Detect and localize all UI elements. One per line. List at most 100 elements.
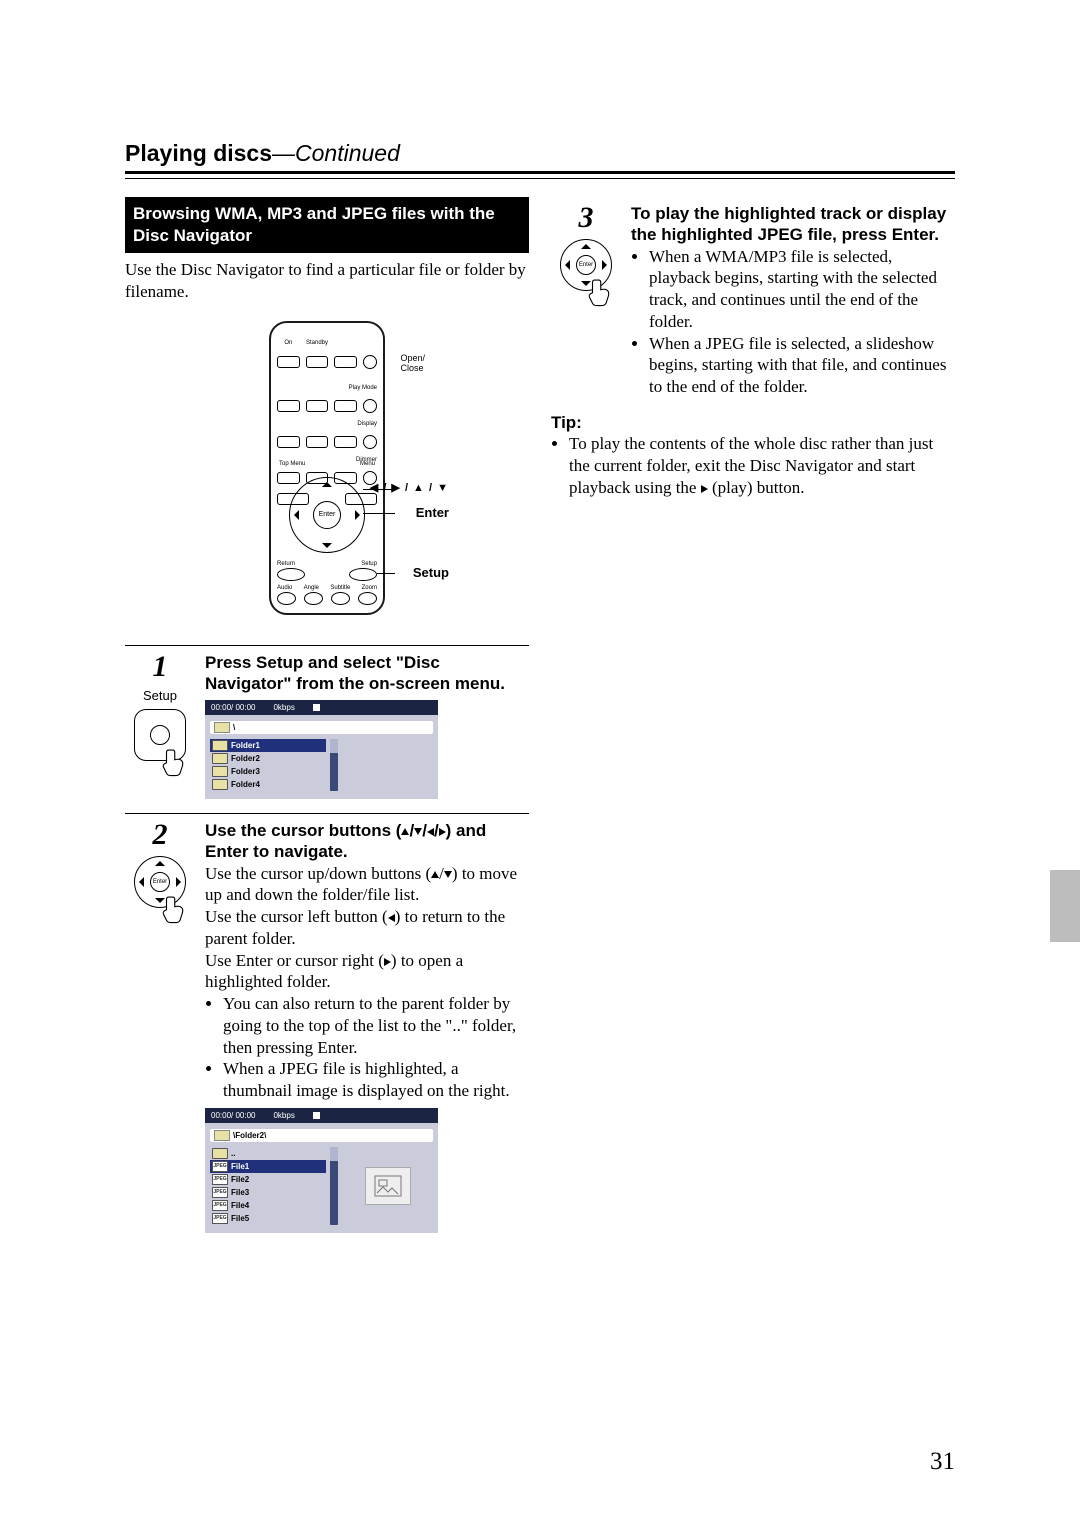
jpeg-icon: JPEG: [212, 1213, 228, 1224]
folder-icon: [212, 740, 228, 751]
list-item: JPEGFile2: [210, 1173, 326, 1186]
list-item-label: File1: [231, 1162, 249, 1171]
enter-press-icon: Enter: [560, 239, 612, 301]
tip-item: To play the contents of the whole disc r…: [569, 433, 955, 498]
stop-icon: [313, 1112, 320, 1119]
step-3: 3 Enter To play the highlighted track or…: [551, 203, 955, 398]
remote-label-display: Display: [357, 421, 377, 427]
remote-label-subtitle: Subtitle: [330, 585, 350, 591]
list-item-label: Folder4: [231, 780, 260, 789]
remote-label-on: On: [284, 340, 292, 346]
remote-setup-button: [349, 568, 377, 581]
nav2-preview: [342, 1147, 433, 1225]
remote-figure: On Standby Open/ Close Play Mode: [125, 321, 529, 615]
disc-navigator-screen-1: 00:00/ 00:00 0kbps \ Folder1Folder2Folde…: [205, 700, 438, 799]
step-2-bullets: You can also return to the parent folder…: [205, 993, 529, 1102]
remote-label-angle: Angle: [304, 585, 319, 591]
remote-label-zoom: Zoom: [362, 585, 377, 591]
folder-icon: [212, 1148, 228, 1159]
list-item-label: Folder1: [231, 741, 260, 750]
list-item: Folder4: [210, 778, 326, 791]
remote-label-menu: Menu: [360, 461, 375, 467]
list-item-label: File5: [231, 1214, 249, 1223]
chapter-title: Playing discs: [125, 140, 272, 166]
step-3-bullets: When a WMA/MP3 file is selected, playbac…: [631, 246, 955, 398]
tip-label: Tip:: [551, 412, 955, 433]
folder-icon: [212, 766, 228, 777]
remote-label-playmode: Play Mode: [349, 385, 377, 391]
nav2-list: ..JPEGFile1JPEGFile2JPEGFile3JPEGFile4JP…: [210, 1147, 326, 1225]
nav2-path: \Folder2\: [233, 1131, 266, 1140]
remote-callout-arrows: ◀ / ▶ / ▲ / ▼: [370, 481, 449, 494]
nav2-time: 00:00/ 00:00: [211, 1111, 255, 1120]
thumbnail-preview-icon: [365, 1167, 411, 1205]
chapter-continued: —Continued: [272, 140, 400, 166]
step-2: 2 Enter Use the cursor buttons (///) and…: [125, 813, 529, 1241]
margin-tab: [1050, 870, 1080, 942]
step-1-number: 1: [153, 652, 168, 682]
disc-navigator-screen-2: 00:00/ 00:00 0kbps \Folder2\ ..JPEGFile1…: [205, 1108, 438, 1233]
step-1-heading: Press Setup and select "Disc Navigator" …: [205, 652, 529, 695]
remote-label-setup: Setup: [361, 561, 377, 567]
list-item: Folder3: [210, 765, 326, 778]
list-item-label: Folder3: [231, 767, 260, 776]
tip-list: To play the contents of the whole disc r…: [551, 433, 955, 498]
chapter-heading: Playing discs—Continued: [125, 140, 955, 167]
list-item-label: File3: [231, 1188, 249, 1197]
remote-label-audio: Audio: [277, 585, 292, 591]
remote-outline: On Standby Open/ Close Play Mode: [269, 321, 385, 615]
nav2-bitrate: 0kbps: [273, 1111, 294, 1120]
step-2-para2: Use the cursor left button () to return …: [205, 906, 529, 950]
remote-callout-enter: Enter: [416, 505, 449, 520]
list-item: JPEGFile3: [210, 1186, 326, 1199]
remote-enter-button: Enter: [313, 501, 341, 529]
folder-icon: [212, 753, 228, 764]
nav1-path: \: [233, 723, 235, 732]
nav1-time: 00:00/ 00:00: [211, 703, 255, 712]
step-1-icon-label: Setup: [143, 688, 177, 703]
list-item: JPEGFile4: [210, 1199, 326, 1212]
list-item-label: File4: [231, 1201, 249, 1210]
nav1-bitrate: 0kbps: [273, 703, 294, 712]
list-item: Folder1: [210, 739, 326, 752]
intro-text: Use the Disc Navigator to find a particu…: [125, 259, 529, 303]
page-number: 31: [930, 1448, 955, 1476]
remote-open-close-button: [363, 355, 377, 369]
jpeg-icon: JPEG: [212, 1187, 228, 1198]
remote-callout-setup: Setup: [413, 565, 449, 580]
list-item-label: ..: [231, 1149, 235, 1158]
stop-icon: [313, 704, 320, 711]
step-3-bullet-2: When a JPEG file is selected, a slidesho…: [649, 333, 955, 398]
folder-icon: [212, 779, 228, 790]
nav2-scrollbar: [330, 1147, 338, 1225]
list-item: ..: [210, 1147, 326, 1160]
list-item-label: File2: [231, 1175, 249, 1184]
step-3-heading: To play the highlighted track or display…: [631, 203, 955, 246]
step-3-bullet-1: When a WMA/MP3 file is selected, playbac…: [649, 246, 955, 333]
play-icon: [701, 485, 708, 493]
nav1-list: Folder1 Folder2 Folder3 Folder4: [210, 739, 326, 791]
list-item: JPEGFile5: [210, 1212, 326, 1225]
step-2-bullet-1: You can also return to the parent folder…: [223, 993, 529, 1058]
step-2-para1: Use the cursor up/down buttons (/) to mo…: [205, 863, 529, 907]
tip-block: Tip: To play the contents of the whole d…: [551, 412, 955, 499]
section-heading: Browsing WMA, MP3 and JPEG files with th…: [125, 197, 529, 253]
step-2-number: 2: [153, 820, 168, 850]
step-3-number: 3: [579, 203, 594, 233]
jpeg-icon: JPEG: [212, 1174, 228, 1185]
remote-navpad: Enter: [289, 477, 365, 553]
jpeg-icon: JPEG: [212, 1161, 228, 1172]
remote-callout-open-close: Open/ Close: [400, 353, 425, 373]
list-item: JPEGFile1: [210, 1160, 326, 1173]
list-item-label: Folder2: [231, 754, 260, 763]
step-2-bullet-2: When a JPEG file is highlighted, a thumb…: [223, 1058, 529, 1102]
step-2-heading: Use the cursor buttons (///) and Enter t…: [205, 820, 529, 863]
jpeg-icon: JPEG: [212, 1200, 228, 1211]
nav1-scrollbar: [330, 739, 338, 791]
step-1: 1 Setup Press Setup and select "Disc Nav…: [125, 645, 529, 808]
navpad-press-icon: Enter: [134, 856, 186, 918]
heading-rule: [125, 171, 955, 179]
list-item: Folder2: [210, 752, 326, 765]
remote-label-topmenu: Top Menu: [279, 461, 305, 467]
step-2-para3: Use Enter or cursor right () to open a h…: [205, 950, 529, 994]
